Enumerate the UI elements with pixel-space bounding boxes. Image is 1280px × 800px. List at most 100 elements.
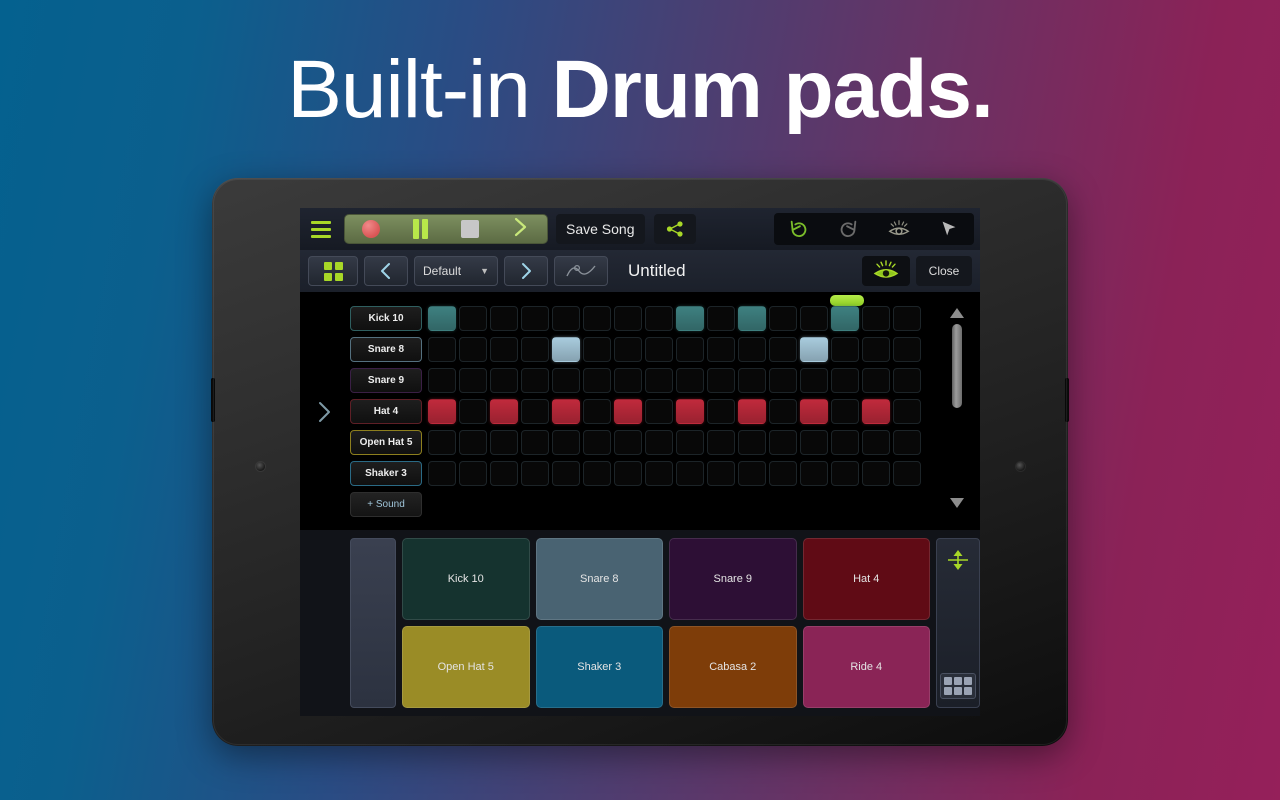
step-cell[interactable] <box>428 430 456 455</box>
step-cell[interactable] <box>490 430 518 455</box>
cursor-arrow-icon[interactable] <box>938 218 960 240</box>
drum-pad[interactable]: Open Hat 5 <box>402 626 530 708</box>
step-cell[interactable] <box>676 399 704 424</box>
step-cell[interactable] <box>521 461 549 486</box>
step-cell[interactable] <box>800 306 828 331</box>
add-sound-button[interactable]: + Sound <box>350 492 422 517</box>
track-name[interactable]: Snare 8 <box>350 337 422 362</box>
step-cell[interactable] <box>707 461 735 486</box>
step-cell[interactable] <box>428 368 456 393</box>
step-cell[interactable] <box>459 461 487 486</box>
step-cell[interactable] <box>614 461 642 486</box>
step-cell[interactable] <box>614 337 642 362</box>
step-cell[interactable] <box>893 461 921 486</box>
step-cell[interactable] <box>862 368 890 393</box>
step-cell[interactable] <box>645 430 673 455</box>
step-cell[interactable] <box>676 337 704 362</box>
step-cell[interactable] <box>676 430 704 455</box>
automation-curve-icon[interactable] <box>554 256 608 286</box>
drum-pad[interactable]: Ride 4 <box>802 626 930 708</box>
side-button-right[interactable] <box>1065 378 1069 422</box>
step-cell[interactable] <box>552 430 580 455</box>
step-cell[interactable] <box>614 306 642 331</box>
step-cell[interactable] <box>862 306 890 331</box>
step-cell[interactable] <box>831 368 859 393</box>
triangle-down-icon[interactable] <box>950 498 964 508</box>
share-icon[interactable] <box>653 214 696 244</box>
step-cell[interactable] <box>583 399 611 424</box>
step-cell[interactable] <box>521 337 549 362</box>
track-name[interactable]: Hat 4 <box>350 399 422 424</box>
track-name[interactable]: Kick 10 <box>350 306 422 331</box>
step-cell[interactable] <box>893 399 921 424</box>
step-cell[interactable] <box>800 430 828 455</box>
step-cell[interactable] <box>552 399 580 424</box>
step-cell[interactable] <box>862 430 890 455</box>
step-cell[interactable] <box>583 337 611 362</box>
drum-pad[interactable]: Hat 4 <box>802 538 930 620</box>
step-cell[interactable] <box>738 461 766 486</box>
step-cell[interactable] <box>831 461 859 486</box>
undo-icon[interactable] <box>788 218 810 240</box>
step-cell[interactable] <box>707 306 735 331</box>
track-name[interactable]: Open Hat 5 <box>350 430 422 455</box>
next-preset-button[interactable] <box>504 256 548 286</box>
step-cell[interactable] <box>800 337 828 362</box>
step-cell[interactable] <box>800 399 828 424</box>
step-cell[interactable] <box>459 337 487 362</box>
step-cell[interactable] <box>738 337 766 362</box>
step-cell[interactable] <box>490 368 518 393</box>
step-cell[interactable] <box>428 399 456 424</box>
step-cell[interactable] <box>583 430 611 455</box>
step-cell[interactable] <box>459 368 487 393</box>
step-cell[interactable] <box>893 368 921 393</box>
step-cell[interactable] <box>521 399 549 424</box>
velocity-strip[interactable] <box>350 538 396 708</box>
drum-pad[interactable]: Kick 10 <box>402 538 530 620</box>
step-cell[interactable] <box>769 399 797 424</box>
stop-icon[interactable] <box>461 220 480 238</box>
step-cell[interactable] <box>738 399 766 424</box>
resize-vertical-icon[interactable] <box>945 547 971 578</box>
track-name[interactable]: Snare 9 <box>350 368 422 393</box>
side-button-left[interactable] <box>211 378 215 422</box>
song-title[interactable]: Untitled <box>614 261 856 281</box>
preset-select[interactable]: Default ▼ <box>414 256 498 286</box>
drum-pad[interactable]: Shaker 3 <box>535 626 663 708</box>
step-cell[interactable] <box>707 430 735 455</box>
step-cell[interactable] <box>862 399 890 424</box>
step-cell[interactable] <box>769 430 797 455</box>
drum-pad[interactable]: Snare 9 <box>669 538 797 620</box>
step-cell[interactable] <box>769 306 797 331</box>
step-cell[interactable] <box>459 430 487 455</box>
step-cell[interactable] <box>862 461 890 486</box>
expand-panel-chevron-right-icon[interactable] <box>314 398 334 431</box>
step-cell[interactable] <box>707 399 735 424</box>
drum-pad[interactable]: Cabasa 2 <box>669 626 797 708</box>
save-song-button[interactable]: Save Song <box>556 214 645 244</box>
step-cell[interactable] <box>738 306 766 331</box>
step-cell[interactable] <box>738 430 766 455</box>
step-cell[interactable] <box>800 461 828 486</box>
step-cell[interactable] <box>614 430 642 455</box>
step-cell[interactable] <box>521 368 549 393</box>
step-cell[interactable] <box>521 430 549 455</box>
drum-pad[interactable]: Snare 8 <box>535 538 663 620</box>
step-cell[interactable] <box>862 337 890 362</box>
step-cell[interactable] <box>707 337 735 362</box>
record-icon[interactable] <box>361 220 380 238</box>
step-cell[interactable] <box>459 399 487 424</box>
step-cell[interactable] <box>676 368 704 393</box>
step-cell[interactable] <box>645 461 673 486</box>
eye-icon[interactable] <box>887 219 911 239</box>
track-name[interactable]: Shaker 3 <box>350 461 422 486</box>
pad-layout-icon[interactable] <box>940 673 976 699</box>
step-cell[interactable] <box>552 461 580 486</box>
step-cell[interactable] <box>769 337 797 362</box>
step-cell[interactable] <box>893 430 921 455</box>
step-cell[interactable] <box>428 306 456 331</box>
step-cell[interactable] <box>552 306 580 331</box>
step-cell[interactable] <box>459 306 487 331</box>
redo-icon[interactable] <box>837 218 859 240</box>
step-cell[interactable] <box>645 399 673 424</box>
